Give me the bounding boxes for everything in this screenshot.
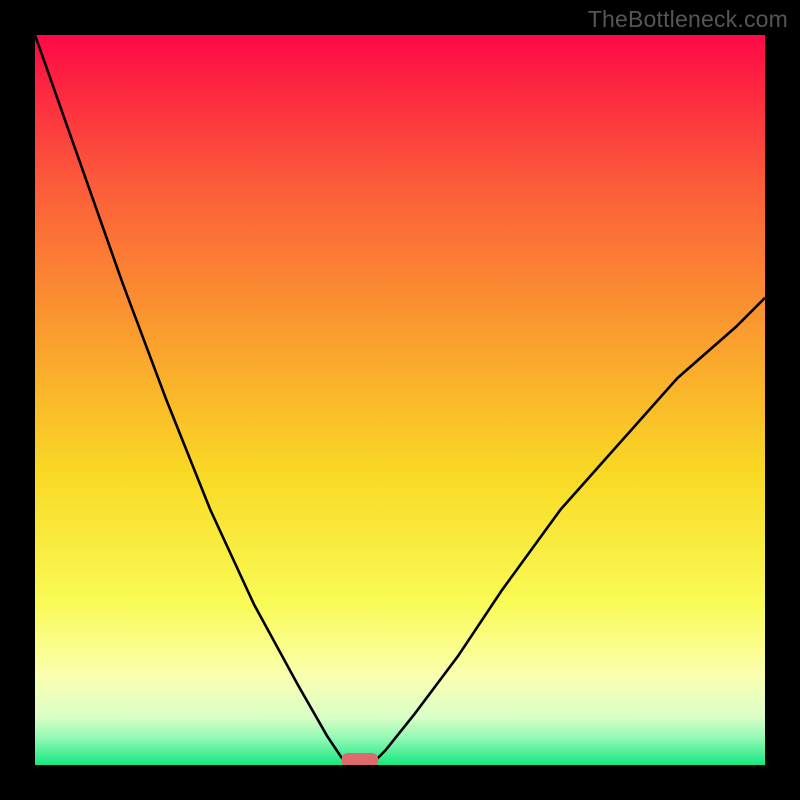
gradient-background [35, 35, 765, 765]
watermark-text: TheBottleneck.com [588, 6, 788, 33]
chart-frame: TheBottleneck.com [0, 0, 800, 800]
bottleneck-marker [342, 753, 379, 765]
plot-area [35, 35, 765, 765]
chart-canvas [35, 35, 765, 765]
